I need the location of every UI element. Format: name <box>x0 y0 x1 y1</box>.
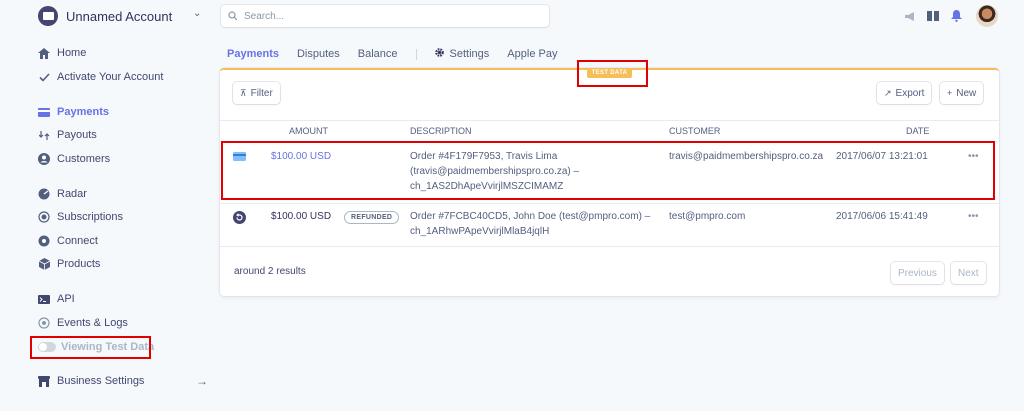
payouts-icon <box>38 129 50 141</box>
api-icon <box>38 293 50 305</box>
account-switcher[interactable]: Unnamed Account ⌄ <box>38 6 201 26</box>
sidebar-item-home[interactable]: Home <box>38 45 86 61</box>
plus-icon: + <box>947 88 953 98</box>
row-customer[interactable]: travis@paidmembershipspro.co.za <box>669 150 823 164</box>
column-customer[interactable]: CUSTOMER <box>669 126 720 136</box>
export-button[interactable]: ↗ Export <box>877 82 932 104</box>
table-header: AMOUNT DESCRIPTION CUSTOMER DATE <box>220 120 999 142</box>
row-amount[interactable]: $100.00 USD <box>271 210 331 224</box>
previous-button[interactable]: Previous <box>891 262 944 284</box>
sidebar-item-products[interactable]: Products <box>38 256 100 272</box>
sidebar-item-payments[interactable]: Payments <box>38 104 109 120</box>
sidebar-item-label: Subscriptions <box>57 211 124 223</box>
status-badge: REFUNDED <box>344 211 400 224</box>
sidebar-item-label: Customers <box>57 153 111 165</box>
next-button[interactable]: Next <box>951 262 986 284</box>
gear-icon <box>434 47 445 61</box>
export-arrow-icon: ↗ <box>884 87 892 98</box>
more-options-icon[interactable]: ••• <box>968 210 979 224</box>
account-logo-icon <box>38 6 58 26</box>
search-input[interactable] <box>244 10 534 22</box>
row-description-line: ch_1ARhwPApeVvirjlMlaB4jqlH <box>410 226 550 237</box>
header-icons <box>903 5 998 27</box>
tab-balance[interactable]: Balance <box>358 48 398 60</box>
sidebar-item-subscriptions[interactable]: Subscriptions <box>38 209 123 225</box>
new-label: New <box>956 87 977 99</box>
home-icon <box>38 47 50 59</box>
next-label: Next <box>958 267 979 279</box>
tab-divider <box>415 48 417 60</box>
viewing-test-data-toggle[interactable]: Viewing Test Data <box>38 339 154 355</box>
radar-icon <box>38 188 50 200</box>
sidebar-item-label: API <box>57 293 75 305</box>
sidebar-item-label: Activate Your Account <box>57 71 164 83</box>
column-amount[interactable]: AMOUNT <box>289 126 328 136</box>
customers-icon <box>38 153 50 165</box>
export-label: Export <box>895 87 925 99</box>
table-row[interactable]: $100.00 USD REFUNDED Order #7FCBC40CD5, … <box>220 204 999 247</box>
subscriptions-icon <box>38 211 50 223</box>
megaphone-icon[interactable] <box>903 9 917 23</box>
search-bar[interactable] <box>221 5 549 27</box>
tab-apple-pay[interactable]: Apple Pay <box>507 48 557 60</box>
sidebar-item-label: Viewing Test Data <box>61 341 155 353</box>
sidebar-item-payouts[interactable]: Payouts <box>38 127 97 143</box>
sidebar-item-connect[interactable]: Connect <box>38 233 98 249</box>
account-name: Unnamed Account <box>66 8 173 24</box>
sidebar-item-label: Home <box>57 47 87 59</box>
row-date: 2017/06/07 13:21:01 <box>836 151 928 162</box>
sidebar-item-label: Payments <box>57 106 109 118</box>
arrow-right-icon[interactable]: → <box>196 374 208 388</box>
events-icon <box>38 317 50 329</box>
row-customer[interactable]: test@pmpro.com <box>669 210 745 224</box>
more-options-icon[interactable]: ••• <box>968 150 979 164</box>
row-description-line: ch_1AS2DhApeVvirjlMSZCIMAMZ <box>410 181 564 192</box>
row-date: 2017/06/06 15:41:49 <box>836 211 928 222</box>
table-row[interactable]: $100.00 USD Order #4F179F7953, Travis Li… <box>220 142 999 204</box>
column-description[interactable]: DESCRIPTION <box>410 126 472 136</box>
products-icon <box>38 258 50 270</box>
sidebar-item-label: Events & Logs <box>57 317 128 329</box>
book-icon[interactable] <box>926 9 940 23</box>
filter-icon: ⊼ <box>240 87 247 98</box>
tab-payments[interactable]: Payments <box>227 48 279 60</box>
sidebar-item-events-logs[interactable]: Events & Logs <box>38 315 128 331</box>
test-data-badge: TEST DATA <box>587 68 632 78</box>
tab-disputes[interactable]: Disputes <box>297 48 340 60</box>
payments-tabs: Payments Disputes Balance Settings Apple… <box>227 46 575 62</box>
sidebar-item-activate[interactable]: Activate Your Account <box>38 69 163 85</box>
sidebar-item-api[interactable]: API <box>38 291 75 307</box>
chevron-down-icon[interactable]: ⌄ <box>193 8 201 19</box>
business-icon <box>38 375 50 387</box>
bell-icon[interactable] <box>949 9 963 23</box>
sidebar-item-business-settings[interactable]: Business Settings <box>38 373 144 389</box>
results-count: around 2 results <box>234 266 306 277</box>
sidebar-item-customers[interactable]: Customers <box>38 151 110 167</box>
payments-card: TEST DATA ⊼ Filter ↗ Export + New AMOUNT… <box>220 68 999 296</box>
connect-icon <box>38 235 50 247</box>
filter-button[interactable]: ⊼ Filter <box>233 82 280 104</box>
previous-label: Previous <box>898 267 937 279</box>
sidebar-item-label: Business Settings <box>57 375 145 387</box>
sidebar-item-label: Connect <box>57 235 98 247</box>
column-date[interactable]: DATE <box>906 126 929 136</box>
row-description-line: Order #7FCBC40CD5, John Doe (test@pmpro.… <box>410 211 651 222</box>
card-payment-icon <box>233 152 246 166</box>
sidebar-item-label: Products <box>57 258 101 270</box>
sidebar-item-radar[interactable]: Radar <box>38 186 87 202</box>
sidebar-item-label: Payouts <box>57 129 97 141</box>
row-description-line: (travis@paidmembershipspro.co.za) – <box>410 166 580 177</box>
tab-settings[interactable]: Settings <box>450 48 490 60</box>
row-description-line: Order #4F179F7953, Travis Lima <box>410 151 558 162</box>
new-button[interactable]: + New <box>940 82 984 104</box>
refunded-icon <box>233 211 246 229</box>
sidebar-item-label: Radar <box>57 188 87 200</box>
filter-label: Filter <box>250 87 273 99</box>
row-amount[interactable]: $100.00 USD <box>271 150 331 164</box>
search-icon <box>228 11 238 21</box>
user-avatar[interactable] <box>976 5 998 27</box>
payments-icon <box>38 106 50 118</box>
check-icon <box>38 71 50 83</box>
toggle-icon[interactable] <box>38 342 56 352</box>
